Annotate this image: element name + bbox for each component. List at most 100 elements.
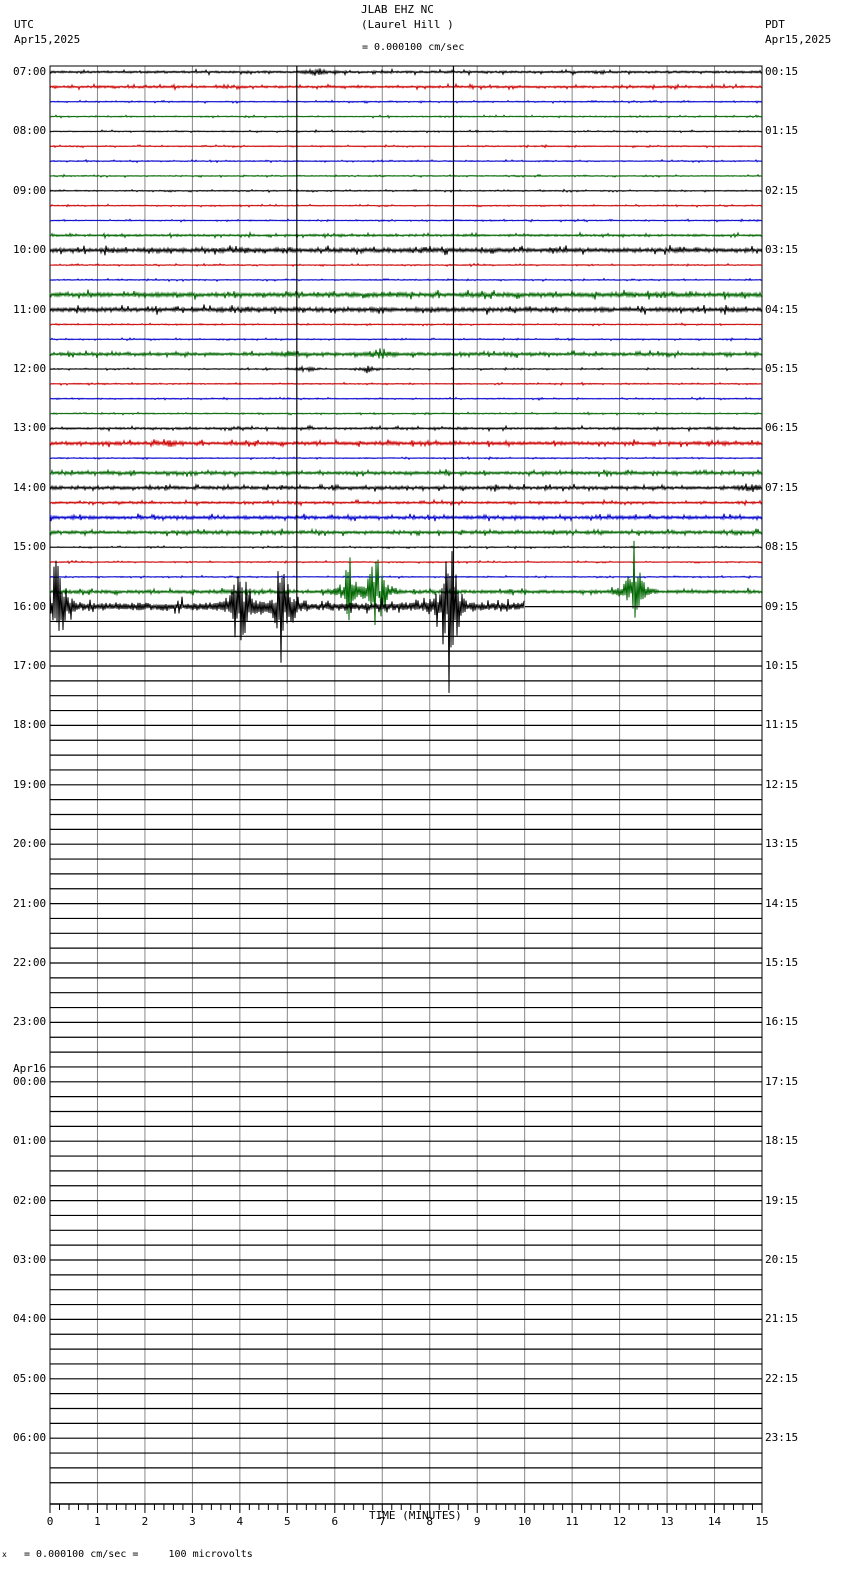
pdt-hour-label: 17:15 [765, 1074, 799, 1088]
seismic-trace [49, 289, 763, 300]
x-tick-label: 11 [566, 1515, 579, 1528]
seismic-trace [49, 203, 763, 208]
seismic-trace [49, 245, 763, 256]
date-change-label: Apr16 [13, 1061, 47, 1075]
x-tick-label: 14 [708, 1515, 722, 1528]
utc-hour-label: 08:00 [13, 124, 47, 138]
seismic-trace [49, 424, 763, 433]
pdt-hour-label: 01:15 [765, 124, 799, 138]
utc-hour-label: 02:00 [13, 1193, 47, 1207]
utc-hour-label: 07:00 [13, 65, 47, 78]
seismic-trace [49, 411, 763, 416]
utc-hour-label: 03:00 [13, 1253, 47, 1266]
pdt-hour-label: 02:15 [765, 183, 799, 197]
utc-hour-label: 01:00 [13, 1134, 47, 1148]
x-tick-label: 9 [474, 1515, 481, 1528]
pdt-hour-label: 10:15 [765, 659, 799, 672]
seismic-trace [49, 82, 763, 92]
pdt-hour-label: 05:15 [765, 362, 799, 375]
utc-hour-label: 23:00 [13, 1015, 47, 1029]
pdt-hour-label: 20:15 [765, 1253, 799, 1266]
utc-hour-label: 18:00 [13, 718, 47, 732]
pdt-hour-label: 06:15 [765, 421, 799, 435]
seismic-trace [49, 468, 763, 479]
seismic-trace [49, 455, 763, 461]
seismic-trace [49, 527, 763, 538]
x-tick-label: 7 [379, 1515, 386, 1528]
seismic-trace [49, 218, 763, 223]
seismic-trace [49, 99, 763, 104]
utc-hour-label: 14:00 [13, 480, 47, 494]
x-tick-label: 15 [755, 1515, 768, 1528]
seismic-trace [49, 438, 763, 449]
x-tick-label: 4 [237, 1515, 244, 1528]
pdt-hour-label: 15:15 [765, 956, 799, 969]
pdt-hour-label: 21:15 [765, 1312, 799, 1326]
seismic-trace [49, 364, 763, 374]
x-tick-label: 13 [660, 1515, 673, 1528]
x-tick-label: 3 [189, 1515, 196, 1528]
x-tick-label: 12 [613, 1515, 626, 1528]
utc-hour-label: 04:00 [13, 1312, 47, 1326]
seismic-trace [49, 188, 763, 194]
seismic-trace [49, 559, 763, 565]
utc-hour-label: 15:00 [13, 540, 47, 554]
seismic-trace [49, 337, 763, 342]
utc-hour-label: 19:00 [13, 777, 47, 791]
seismic-trace [49, 262, 763, 268]
seismic-trace [49, 348, 763, 360]
seismic-trace [49, 230, 763, 240]
seismic-trace [49, 143, 763, 149]
pdt-hour-label: 13:15 [765, 837, 799, 851]
seismic-trace [49, 498, 763, 507]
seismic-trace [49, 158, 763, 164]
seismogram-plot: 0 1 2 3 4 5 6 7 8 9 10 11 12 13 14 15 [47, 65, 769, 1528]
pdt-hour-label: 18:15 [765, 1134, 799, 1148]
utc-hour-label: 20:00 [13, 837, 47, 851]
utc-hour-label: 06:00 [13, 1431, 47, 1445]
pdt-hour-label: 12:15 [765, 777, 799, 791]
x-tick-label: 1 [94, 1515, 101, 1528]
seismic-trace [49, 129, 763, 134]
x-tick-label: 2 [142, 1515, 149, 1528]
x-tick-label: 6 [331, 1515, 338, 1528]
utc-hour-label: 05:00 [13, 1371, 47, 1385]
x-tick-label: 8 [426, 1515, 433, 1528]
utc-hour-label: 11:00 [13, 302, 47, 316]
pdt-hour-label: 04:15 [765, 302, 799, 316]
pdt-hour-label: 23:15 [765, 1431, 799, 1445]
seismic-trace [49, 173, 763, 179]
pdt-hour-label: 16:15 [765, 1015, 799, 1029]
pdt-hour-label: 00:15 [765, 65, 799, 78]
seismic-trace [49, 540, 763, 626]
pdt-hour-label: 22:15 [765, 1371, 799, 1385]
seismic-trace [49, 574, 763, 580]
seismic-trace [49, 381, 763, 387]
utc-hour-label: 16:00 [13, 599, 47, 613]
utc-hour-label: 12:00 [13, 362, 47, 375]
utc-hour-label: 13:00 [13, 421, 47, 435]
seismic-trace [49, 483, 763, 493]
seismic-trace [49, 114, 763, 119]
seismic-trace [49, 277, 763, 283]
seismic-trace [49, 396, 763, 402]
seismic-trace [49, 304, 763, 315]
utc-hour-label: 21:00 [13, 896, 47, 910]
pdt-hour-label: 03:15 [765, 243, 799, 257]
utc-hour-label: 00:00 [13, 1074, 47, 1088]
x-tick-label: 10 [518, 1515, 531, 1528]
seismic-trace [49, 322, 763, 327]
utc-hour-label: 10:00 [13, 243, 47, 257]
pdt-hour-label: 14:15 [765, 896, 799, 910]
pdt-hour-label: 07:15 [765, 480, 799, 494]
seismic-trace [49, 67, 763, 77]
utc-hour-label: 22:00 [13, 956, 47, 969]
x-tick-label: 5 [284, 1515, 291, 1528]
pdt-hour-label: 08:15 [765, 540, 799, 554]
utc-hour-label: 09:00 [13, 183, 47, 197]
pdt-hour-label: 09:15 [765, 599, 799, 613]
utc-hour-label: 17:00 [13, 659, 47, 672]
seismic-trace [49, 513, 763, 522]
pdt-hour-label: 19:15 [765, 1193, 799, 1207]
x-tick-label: 0 [47, 1515, 54, 1528]
